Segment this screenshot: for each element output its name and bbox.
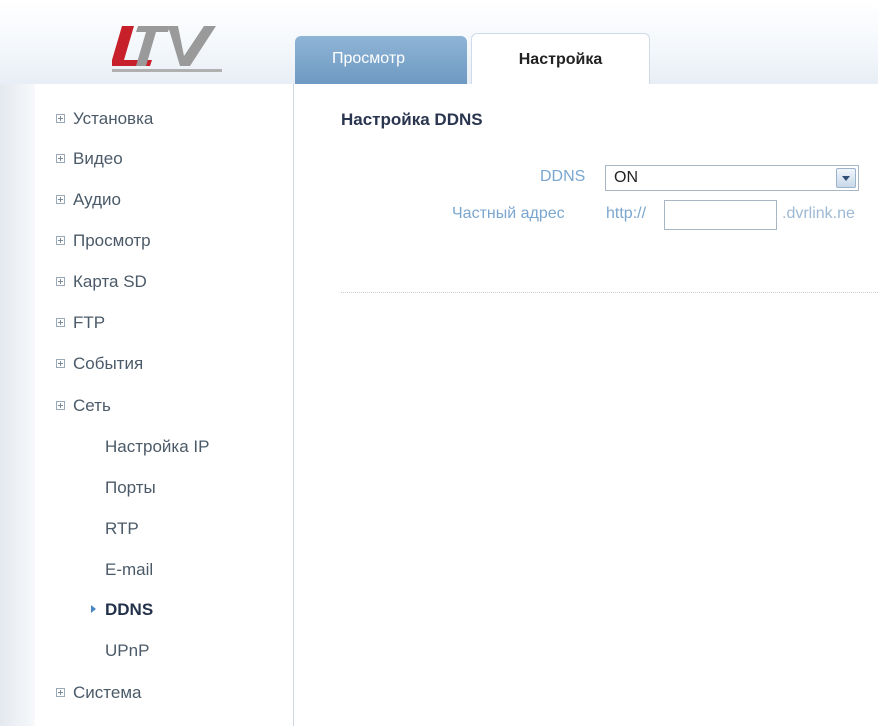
sidebar-item-label: Карта SD xyxy=(73,272,147,291)
sidebar-item-label: Видео xyxy=(73,149,123,168)
active-arrow-icon xyxy=(91,605,96,613)
sidebar-item-label: Сеть xyxy=(73,396,111,415)
sidebar-subitem-ddns[interactable]: DDNS xyxy=(105,598,153,622)
ddns-select-value: ON xyxy=(614,169,638,186)
sidebar-item-view[interactable]: Просмотр xyxy=(56,229,151,253)
sidebar-subitem-upnp[interactable]: UPnP xyxy=(105,639,149,663)
ltv-logo xyxy=(112,26,222,72)
sidebar-item-ftp[interactable]: FTP xyxy=(56,311,105,335)
sidebar-shadow xyxy=(0,84,35,726)
ddns-select[interactable]: ON xyxy=(605,165,859,191)
expand-plus-icon xyxy=(56,318,65,327)
tab-view[interactable]: Просмотр xyxy=(295,36,467,84)
private-address-label: Частный адрес xyxy=(452,205,565,222)
sidebar-item-label: События xyxy=(73,354,144,373)
expand-plus-icon xyxy=(56,359,65,368)
section-title: Настройка DDNS xyxy=(341,110,483,129)
sidebar-item-label: FTP xyxy=(73,313,106,332)
sidebar-item-label: Аудио xyxy=(73,190,121,209)
sidebar-item-label: Система xyxy=(73,683,142,702)
expand-plus-icon xyxy=(56,195,65,204)
url-prefix: http:// xyxy=(606,205,647,222)
sidebar-subitem-rtp[interactable]: RTP xyxy=(105,517,139,541)
url-suffix: .dvrlink.ne xyxy=(782,205,855,222)
sidebar-menu: Установка Видео Аудио Просмотр Карта SD … xyxy=(35,84,294,726)
sidebar-item-label: Просмотр xyxy=(73,231,151,250)
expand-plus-icon xyxy=(56,114,65,123)
divider xyxy=(341,292,878,293)
expand-plus-icon xyxy=(56,688,65,697)
sidebar-subitem-ports[interactable]: Порты xyxy=(105,476,156,500)
expand-plus-icon xyxy=(56,277,65,286)
sidebar-subitem-ip-settings[interactable]: Настройка IP xyxy=(105,435,209,459)
sidebar-item-sd-card[interactable]: Карта SD xyxy=(56,270,147,294)
sidebar-item-video[interactable]: Видео xyxy=(56,147,123,171)
tab-settings[interactable]: Настройка xyxy=(471,33,650,85)
ddns-label: DDNS xyxy=(540,168,586,185)
expand-plus-icon xyxy=(56,236,65,245)
sidebar-item-network[interactable]: Сеть xyxy=(56,394,111,418)
expand-plus-icon xyxy=(56,154,65,163)
private-address-input[interactable] xyxy=(664,200,777,230)
sidebar-item-setup[interactable]: Установка xyxy=(56,107,153,131)
sidebar-item-audio[interactable]: Аудио xyxy=(56,188,121,212)
chevron-down-icon[interactable] xyxy=(836,168,856,188)
sidebar-item-events[interactable]: События xyxy=(56,352,143,376)
sidebar-subitem-email[interactable]: E-mail xyxy=(105,558,153,582)
sidebar-item-label: Установка xyxy=(73,109,154,128)
sidebar-item-system[interactable]: Система xyxy=(56,681,141,705)
expand-plus-icon xyxy=(56,401,65,410)
